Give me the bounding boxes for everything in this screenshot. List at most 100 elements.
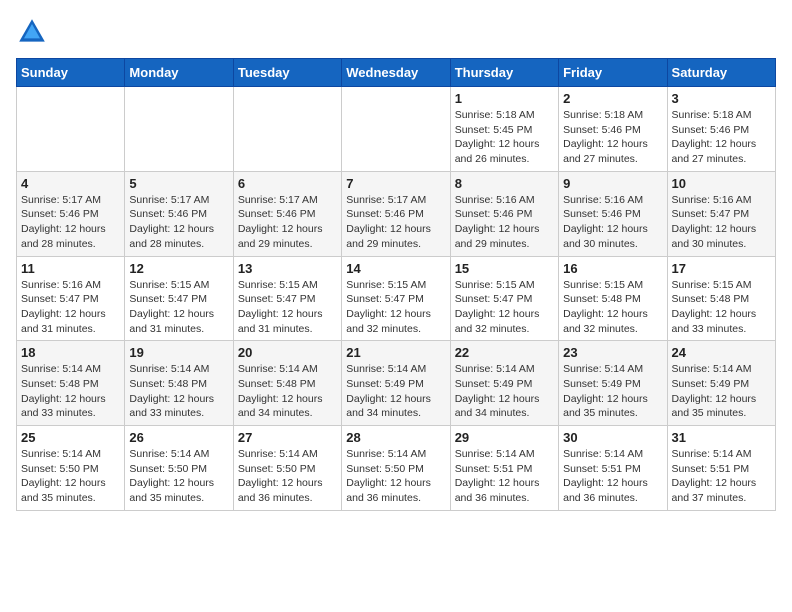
calendar-cell (125, 87, 233, 172)
day-header: Sunday (17, 59, 125, 87)
day-info: Sunrise: 5:14 AM Sunset: 5:51 PM Dayligh… (563, 447, 662, 506)
calendar-cell: 20 Sunrise: 5:14 AM Sunset: 5:48 PM Dayli… (233, 341, 341, 426)
calendar-cell: 5 Sunrise: 5:17 AM Sunset: 5:46 PM Daylig… (125, 171, 233, 256)
calendar-cell: 25 Sunrise: 5:14 AM Sunset: 5:50 PM Dayli… (17, 426, 125, 511)
calendar-cell: 1 Sunrise: 5:18 AM Sunset: 5:45 PM Daylig… (450, 87, 558, 172)
day-info: Sunrise: 5:14 AM Sunset: 5:50 PM Dayligh… (129, 447, 228, 506)
calendar-week-row: 18 Sunrise: 5:14 AM Sunset: 5:48 PM Dayli… (17, 341, 776, 426)
calendar-cell: 19 Sunrise: 5:14 AM Sunset: 5:48 PM Dayli… (125, 341, 233, 426)
day-info: Sunrise: 5:16 AM Sunset: 5:47 PM Dayligh… (21, 278, 120, 337)
day-info: Sunrise: 5:17 AM Sunset: 5:46 PM Dayligh… (238, 193, 337, 252)
day-info: Sunrise: 5:14 AM Sunset: 5:49 PM Dayligh… (346, 362, 445, 421)
calendar-cell: 30Sunrise: 5:14 AM Sunset: 5:51 PM Dayli… (559, 426, 667, 511)
calendar-cell: 3 Sunrise: 5:18 AM Sunset: 5:46 PM Daylig… (667, 87, 775, 172)
calendar-cell: 9Sunrise: 5:16 AM Sunset: 5:46 PM Daylig… (559, 171, 667, 256)
day-number: 7 (346, 176, 445, 191)
day-info: Sunrise: 5:18 AM Sunset: 5:46 PM Dayligh… (563, 108, 662, 167)
day-number: 11 (21, 261, 120, 276)
day-info: Sunrise: 5:18 AM Sunset: 5:46 PM Dayligh… (672, 108, 771, 167)
day-number: 25 (21, 430, 120, 445)
calendar-cell: 22 Sunrise: 5:14 AM Sunset: 5:49 PM Dayli… (450, 341, 558, 426)
calendar-cell: 21Sunrise: 5:14 AM Sunset: 5:49 PM Dayli… (342, 341, 450, 426)
day-number: 28 (346, 430, 445, 445)
day-info: Sunrise: 5:14 AM Sunset: 5:50 PM Dayligh… (238, 447, 337, 506)
day-number: 8 (455, 176, 554, 191)
day-number: 13 (238, 261, 337, 276)
calendar-cell: 18 Sunrise: 5:14 AM Sunset: 5:48 PM Dayli… (17, 341, 125, 426)
page-header (16, 16, 776, 48)
day-number: 29 (455, 430, 554, 445)
calendar-cell: 31Sunrise: 5:14 AM Sunset: 5:51 PM Dayli… (667, 426, 775, 511)
day-info: Sunrise: 5:18 AM Sunset: 5:45 PM Dayligh… (455, 108, 554, 167)
calendar-week-row: 1 Sunrise: 5:18 AM Sunset: 5:45 PM Daylig… (17, 87, 776, 172)
calendar-week-row: 4 Sunrise: 5:17 AM Sunset: 5:46 PM Daylig… (17, 171, 776, 256)
day-number: 4 (21, 176, 120, 191)
day-info: Sunrise: 5:14 AM Sunset: 5:49 PM Dayligh… (563, 362, 662, 421)
day-info: Sunrise: 5:14 AM Sunset: 5:50 PM Dayligh… (21, 447, 120, 506)
day-number: 22 (455, 345, 554, 360)
day-info: Sunrise: 5:16 AM Sunset: 5:47 PM Dayligh… (672, 193, 771, 252)
logo-icon (16, 16, 48, 48)
day-info: Sunrise: 5:14 AM Sunset: 5:49 PM Dayligh… (455, 362, 554, 421)
day-number: 2 (563, 91, 662, 106)
day-header: Monday (125, 59, 233, 87)
day-info: Sunrise: 5:15 AM Sunset: 5:47 PM Dayligh… (346, 278, 445, 337)
day-number: 18 (21, 345, 120, 360)
calendar-cell: 12Sunrise: 5:15 AM Sunset: 5:47 PM Dayli… (125, 256, 233, 341)
day-header: Thursday (450, 59, 558, 87)
calendar-cell: 13Sunrise: 5:15 AM Sunset: 5:47 PM Dayli… (233, 256, 341, 341)
calendar-cell: 26 Sunrise: 5:14 AM Sunset: 5:50 PM Dayli… (125, 426, 233, 511)
calendar-cell: 8 Sunrise: 5:16 AM Sunset: 5:46 PM Daylig… (450, 171, 558, 256)
day-header: Tuesday (233, 59, 341, 87)
day-number: 27 (238, 430, 337, 445)
calendar-header-row: SundayMondayTuesdayWednesdayThursdayFrid… (17, 59, 776, 87)
calendar-cell: 23 Sunrise: 5:14 AM Sunset: 5:49 PM Dayli… (559, 341, 667, 426)
calendar-table: SundayMondayTuesdayWednesdayThursdayFrid… (16, 58, 776, 511)
day-number: 3 (672, 91, 771, 106)
day-number: 16 (563, 261, 662, 276)
day-header: Saturday (667, 59, 775, 87)
day-info: Sunrise: 5:15 AM Sunset: 5:47 PM Dayligh… (129, 278, 228, 337)
calendar-cell: 16Sunrise: 5:15 AM Sunset: 5:48 PM Dayli… (559, 256, 667, 341)
day-info: Sunrise: 5:15 AM Sunset: 5:48 PM Dayligh… (672, 278, 771, 337)
day-header: Wednesday (342, 59, 450, 87)
day-number: 19 (129, 345, 228, 360)
day-number: 6 (238, 176, 337, 191)
calendar-cell: 27 Sunrise: 5:14 AM Sunset: 5:50 PM Dayli… (233, 426, 341, 511)
calendar-cell: 24 Sunrise: 5:14 AM Sunset: 5:49 PM Dayli… (667, 341, 775, 426)
day-info: Sunrise: 5:14 AM Sunset: 5:48 PM Dayligh… (21, 362, 120, 421)
calendar-cell: 6 Sunrise: 5:17 AM Sunset: 5:46 PM Daylig… (233, 171, 341, 256)
day-header: Friday (559, 59, 667, 87)
calendar-cell: 4 Sunrise: 5:17 AM Sunset: 5:46 PM Daylig… (17, 171, 125, 256)
calendar-cell (17, 87, 125, 172)
calendar-cell: 29 Sunrise: 5:14 AM Sunset: 5:51 PM Dayli… (450, 426, 558, 511)
calendar-cell: 7 Sunrise: 5:17 AM Sunset: 5:46 PM Daylig… (342, 171, 450, 256)
day-info: Sunrise: 5:17 AM Sunset: 5:46 PM Dayligh… (129, 193, 228, 252)
day-info: Sunrise: 5:17 AM Sunset: 5:46 PM Dayligh… (21, 193, 120, 252)
calendar-cell: 2 Sunrise: 5:18 AM Sunset: 5:46 PM Daylig… (559, 87, 667, 172)
day-info: Sunrise: 5:14 AM Sunset: 5:49 PM Dayligh… (672, 362, 771, 421)
day-number: 1 (455, 91, 554, 106)
calendar-cell: 11 Sunrise: 5:16 AM Sunset: 5:47 PM Dayli… (17, 256, 125, 341)
day-number: 20 (238, 345, 337, 360)
day-number: 23 (563, 345, 662, 360)
day-number: 24 (672, 345, 771, 360)
calendar-cell (233, 87, 341, 172)
calendar-week-row: 25 Sunrise: 5:14 AM Sunset: 5:50 PM Dayli… (17, 426, 776, 511)
day-info: Sunrise: 5:17 AM Sunset: 5:46 PM Dayligh… (346, 193, 445, 252)
calendar-cell: 17Sunrise: 5:15 AM Sunset: 5:48 PM Dayli… (667, 256, 775, 341)
calendar-cell: 14Sunrise: 5:15 AM Sunset: 5:47 PM Dayli… (342, 256, 450, 341)
day-number: 5 (129, 176, 228, 191)
calendar-cell: 28 Sunrise: 5:14 AM Sunset: 5:50 PM Dayli… (342, 426, 450, 511)
day-number: 15 (455, 261, 554, 276)
calendar-cell: 10Sunrise: 5:16 AM Sunset: 5:47 PM Dayli… (667, 171, 775, 256)
day-info: Sunrise: 5:16 AM Sunset: 5:46 PM Dayligh… (455, 193, 554, 252)
day-number: 26 (129, 430, 228, 445)
day-info: Sunrise: 5:14 AM Sunset: 5:50 PM Dayligh… (346, 447, 445, 506)
calendar-cell (342, 87, 450, 172)
day-info: Sunrise: 5:14 AM Sunset: 5:48 PM Dayligh… (238, 362, 337, 421)
day-info: Sunrise: 5:14 AM Sunset: 5:48 PM Dayligh… (129, 362, 228, 421)
calendar-cell: 15Sunrise: 5:15 AM Sunset: 5:47 PM Dayli… (450, 256, 558, 341)
day-info: Sunrise: 5:14 AM Sunset: 5:51 PM Dayligh… (455, 447, 554, 506)
logo (16, 16, 50, 48)
